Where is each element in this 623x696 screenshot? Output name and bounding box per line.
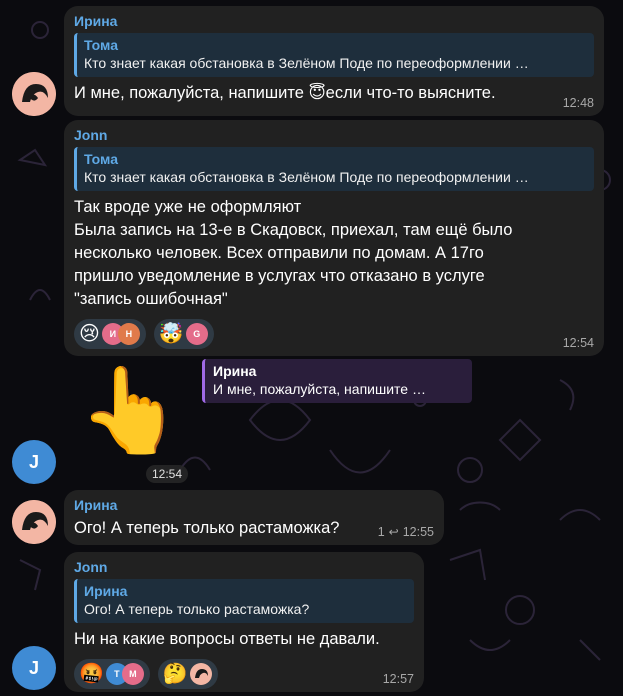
reactor-avatar: M [121,663,144,685]
quoted-sender: Тома [84,151,118,167]
message-time: 12:54 [562,336,594,350]
quoted-message[interactable]: Тома Кто знает какая обстановка в Зелёно… [74,33,594,77]
sender-name[interactable]: Jonn [74,558,414,576]
avatar-illustration-icon [194,669,208,678]
reactions-bar: 🤬 T M 🤔 [74,659,414,689]
avatar-initial: J [28,451,39,472]
reply-count: 1 [377,525,385,539]
message-meta: 1 ↩ 12:55 [378,525,434,539]
message-text: И мне, пожалуйста, напишите 😇если что-то… [74,84,496,102]
avatar-initial: J [28,657,39,678]
pointing-up-hand-icon: 👆 [78,363,183,457]
avatar-jonn[interactable]: J [12,440,56,484]
avatar-jonn[interactable]: J [12,646,56,690]
quoted-sender: Тома [84,37,118,53]
message-time: 12:48 [562,96,594,110]
sender-name[interactable]: Ирина [74,496,434,514]
message-line: несколько человек. Всех отправили по дом… [74,244,484,262]
message-bubble[interactable]: Jonn Ирина Ого! А теперь только растамож… [64,552,424,692]
reply-text: И мне, пожалуйста, напишите … [213,381,426,397]
quoted-message[interactable]: Тома Кто знает какая обстановка в Зелёно… [74,147,594,191]
sender-name[interactable]: Ирина [74,12,594,30]
avatar-illustration-icon [12,500,56,544]
crying-emoji-icon: 😢 [79,323,100,345]
cursing-face-emoji-icon: 🤬 [79,663,104,685]
reactions-bar: 😢 И Н 🤯 G [74,319,594,349]
quoted-sender: Ирина [84,583,128,599]
quoted-message[interactable]: Ирина Ого! А теперь только растаможка? [74,579,414,623]
thinking-face-emoji-icon: 🤔 [162,663,188,685]
avatar-illustration-icon [12,72,56,116]
message-line: Так вроде уже не оформляют [74,198,302,216]
message-text: Так вроде уже не оформляют Была запись н… [74,196,594,311]
message-line: пришло уведомление в услугах что отказан… [74,267,485,285]
sticker-time: 12:54 [146,465,189,483]
quoted-text: Кто знает какая обстановка в Зелёном Под… [84,55,529,71]
message-time: 12:57 [382,672,414,686]
message-bubble[interactable]: Jonn Тома Кто знает какая обстановка в З… [64,120,604,356]
sticker[interactable]: 👆 [78,360,183,460]
message-line: "запись ошибочная" [74,290,228,308]
sender-name[interactable]: Jonn [74,126,594,144]
message-time: 12:55 [402,525,434,539]
avatar-irina[interactable] [12,72,56,116]
reaction-cursing[interactable]: 🤬 T M [74,659,150,689]
avatar-irina[interactable] [12,500,56,544]
reply-arrow-icon[interactable]: ↩ [389,525,399,539]
quoted-text: Ого! А теперь только растаможка? [84,601,310,617]
reply-preview[interactable]: Ирина И мне, пожалуйста, напишите … [202,359,472,403]
reactor-avatar-irina [189,663,212,685]
reply-sender: Ирина [213,363,257,379]
message-bubble[interactable]: Ирина Ого! А теперь только растаможка? 1… [64,490,444,545]
reaction-thinking[interactable]: 🤔 [157,659,218,689]
reactor-avatar: G [185,323,208,345]
quoted-text: Кто знает какая обстановка в Зелёном Под… [84,169,529,185]
exploding-head-emoji-icon: 🤯 [158,323,184,345]
reaction-exploding-head[interactable]: 🤯 G [153,319,214,349]
reactor-avatar: Н [117,323,140,345]
reaction-crying[interactable]: 😢 И Н [74,319,146,349]
message-line: Была запись на 13-е в Скадовск, приехал,… [74,221,513,239]
message-bubble[interactable]: Ирина Тома Кто знает какая обстановка в … [64,6,604,116]
message-text: Ни на какие вопросы ответы не давали. [74,630,380,648]
